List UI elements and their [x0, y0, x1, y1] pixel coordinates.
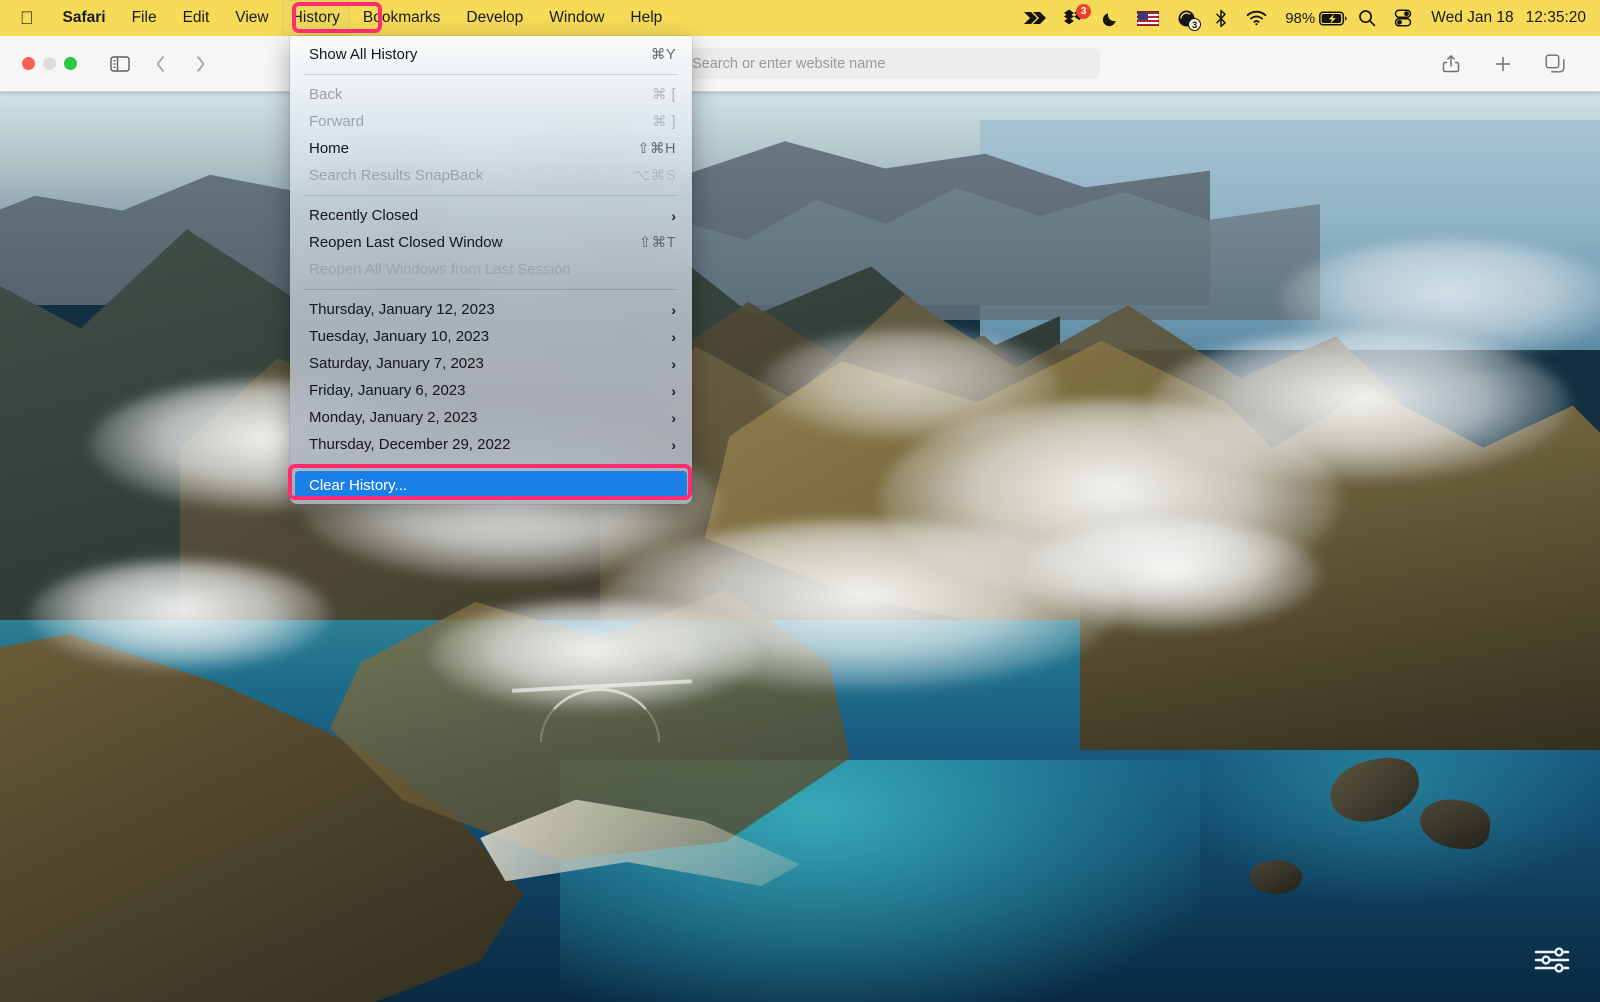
menu-history[interactable]: History	[281, 0, 350, 36]
menu-item-history-date[interactable]: Monday, January 2, 2023 ›	[290, 404, 692, 431]
menu-item-shortcut: ⌘ ]	[651, 113, 676, 130]
bluetooth-icon[interactable]	[1205, 0, 1237, 36]
back-arrow-icon[interactable]	[143, 49, 177, 79]
chevron-right-icon: ›	[671, 355, 676, 372]
menu-item-label: Monday, January 2, 2023	[309, 409, 478, 426]
menu-item-history-date[interactable]: Thursday, January 12, 2023 ›	[290, 296, 692, 323]
circle-app-icon[interactable]: 3	[1168, 0, 1205, 36]
menu-separator	[304, 289, 678, 290]
tab-overview-icon[interactable]	[1538, 49, 1572, 79]
menu-item-reopen-all-windows: Reopen All Windows from Last Session	[290, 256, 692, 283]
menu-help[interactable]: Help	[617, 0, 675, 36]
safari-toolbar: Search or enter website name	[0, 36, 1600, 92]
sidebar-toggle-icon[interactable]	[103, 49, 137, 79]
menu-develop[interactable]: Develop	[453, 0, 536, 36]
menu-item-shortcut: ⌥⌘S	[633, 167, 676, 184]
menu-item-label: Recently Closed	[309, 207, 419, 224]
menu-item-shortcut: ⌘Y	[650, 46, 676, 63]
close-window-button[interactable]	[22, 57, 35, 70]
moon-icon[interactable]	[1093, 0, 1128, 36]
dropbox-badge: 3	[1076, 4, 1092, 19]
navigation-group	[103, 49, 217, 79]
menu-item-back: Back ⌘ [	[290, 81, 692, 108]
chevron-right-icon: ›	[671, 409, 676, 426]
menu-history-wrapper: History	[281, 0, 350, 36]
menu-edit[interactable]: Edit	[170, 0, 223, 36]
chevron-right-icon: ›	[671, 301, 676, 318]
menu-item-label: Saturday, January 7, 2023	[309, 355, 484, 372]
menu-bar-clock[interactable]: Wed Jan 18 12:35:20	[1421, 9, 1586, 27]
menu-item-show-all-history[interactable]: Show All History ⌘Y	[290, 41, 692, 68]
battery-charging-icon	[1319, 10, 1347, 26]
menu-item-label: Friday, January 6, 2023	[309, 382, 466, 399]
menu-item-history-date[interactable]: Friday, January 6, 2023 ›	[290, 377, 692, 404]
dropbox-icon[interactable]: 3	[1055, 0, 1093, 36]
menu-separator	[304, 74, 678, 75]
clock-date: Wed Jan 18	[1431, 9, 1514, 26]
menu-item-shortcut: ⇧⌘T	[638, 234, 676, 251]
menu-item-shortcut: ⇧⌘H	[637, 140, 676, 157]
menu-item-label: Tuesday, January 10, 2023	[309, 328, 490, 345]
menu-item-label: Reopen All Windows from Last Session	[309, 261, 571, 278]
apple-logo-icon[interactable]: 	[0, 0, 50, 36]
address-bar[interactable]: Search or enter website name	[680, 48, 1100, 79]
share-icon[interactable]	[1434, 49, 1468, 79]
chevron-right-icon: ›	[671, 436, 676, 453]
menu-item-reopen-last-closed-window[interactable]: Reopen Last Closed Window ⇧⌘T	[290, 229, 692, 256]
circle-app-badge: 3	[1188, 18, 1202, 31]
desktop-wallpaper	[0, 0, 1600, 1002]
control-center-icon[interactable]	[1385, 0, 1421, 36]
menu-safari[interactable]: Safari	[50, 0, 119, 36]
menu-item-history-date[interactable]: Saturday, January 7, 2023 ›	[290, 350, 692, 377]
sliders-widget-icon[interactable]	[1532, 945, 1572, 980]
menu-view[interactable]: View	[222, 0, 281, 36]
chevron-right-icon: ›	[671, 328, 676, 345]
menu-separator	[304, 464, 678, 465]
macos-menu-bar:  Safari File Edit View History Bookmark…	[0, 0, 1600, 36]
address-bar-placeholder: Search or enter website name	[692, 55, 886, 72]
plus-icon[interactable]	[1486, 49, 1520, 79]
menu-item-label: Forward	[309, 113, 365, 130]
menu-item-history-date[interactable]: Tuesday, January 10, 2023 ›	[290, 323, 692, 350]
menu-item-recently-closed[interactable]: Recently Closed ›	[290, 202, 692, 229]
menu-item-label: Back	[309, 86, 343, 103]
forward-arrow-icon[interactable]	[183, 49, 217, 79]
menu-window[interactable]: Window	[536, 0, 617, 36]
menu-item-home[interactable]: Home ⇧⌘H	[290, 135, 692, 162]
menu-item-search-results-snapback: Search Results SnapBack ⌥⌘S	[290, 162, 692, 189]
menu-item-label: Search Results SnapBack	[309, 167, 484, 184]
zoom-window-button[interactable]	[64, 57, 77, 70]
menu-file[interactable]: File	[119, 0, 170, 36]
wifi-icon[interactable]	[1237, 0, 1276, 36]
search-icon[interactable]	[1349, 0, 1385, 36]
screen: Search or enter website name Safari File…	[0, 0, 1600, 1002]
battery-percent-label: 98%	[1285, 9, 1316, 27]
chevron-right-icon: ›	[671, 207, 676, 224]
menu-bookmarks[interactable]: Bookmarks	[350, 0, 454, 36]
chevron-right-icon: ›	[671, 382, 676, 399]
menu-item-history-date[interactable]: Thursday, December 29, 2022 ›	[290, 431, 692, 458]
menu-bar-app-menus:  Safari File Edit View History Bookmark…	[0, 0, 675, 36]
clock-time: 12:35:20	[1525, 9, 1586, 26]
menu-item-forward: Forward ⌘ ]	[290, 108, 692, 135]
window-traffic-lights	[0, 57, 77, 70]
toolbar-right-actions	[1434, 49, 1600, 79]
double-chevron-icon[interactable]	[1015, 0, 1055, 36]
us-flag-icon[interactable]	[1128, 0, 1168, 36]
history-dropdown-menu: Show All History ⌘Y Back ⌘ [ Forward ⌘ ]…	[290, 36, 692, 504]
menu-item-label: Clear History...	[309, 476, 408, 494]
menu-item-label: Reopen Last Closed Window	[309, 234, 503, 251]
menu-item-label: Thursday, January 12, 2023	[309, 301, 495, 318]
menu-bar-status-items: 3 3 98% Wed Jan 18 12:35:20	[1015, 0, 1600, 36]
menu-item-label: Show All History	[309, 46, 418, 63]
menu-item-label: Thursday, December 29, 2022	[309, 436, 511, 453]
menu-item-shortcut: ⌘ [	[651, 86, 676, 103]
menu-item-label: Home	[309, 140, 350, 157]
minimize-window-button[interactable]	[43, 57, 56, 70]
menu-item-clear-history[interactable]: Clear History...	[295, 471, 687, 499]
battery-status[interactable]: 98%	[1276, 0, 1349, 36]
menu-separator	[304, 195, 678, 196]
